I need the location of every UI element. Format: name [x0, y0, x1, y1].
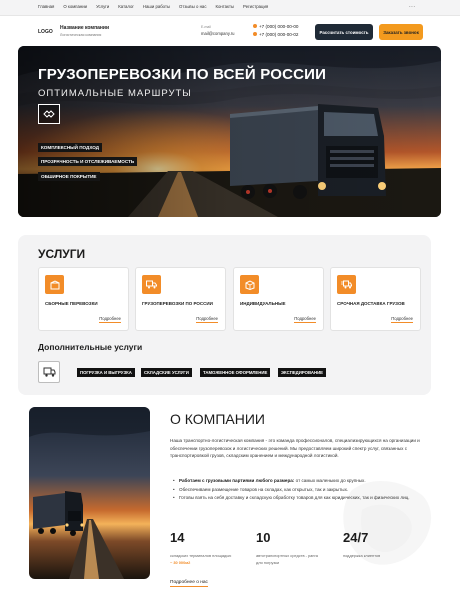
stat-label-text: складских терминалов площадью — [170, 553, 232, 558]
service-card-individual[interactable]: ИНДИВИДУАЛЬНЫЕ Подробнее — [233, 267, 324, 331]
stat-support-number: 24/7 — [343, 530, 369, 545]
stat-support-label: поддержка клиентов — [343, 553, 405, 560]
service-card-urgent[interactable]: СРОЧНАЯ ДОСТАВКА ГРУЗОВ Подробнее — [330, 267, 421, 331]
nav-item-services[interactable]: Услуги — [96, 4, 109, 9]
services-title: УСЛУГИ — [38, 247, 86, 261]
hero-tag-transparency: ПРОЗРАЧНОСТЬ И ОТСЛЕЖИВАЕМОСТЬ — [38, 157, 138, 166]
hero-tag-approach: КОМПЛЕКСНЫЙ ПОДХОД — [38, 143, 103, 152]
logo[interactable]: LOGO — [38, 29, 53, 35]
about-bullet: Готовы взять на себя доставку и складску… — [170, 494, 432, 502]
phone-icon — [253, 24, 257, 28]
service-card-name: ИНДИВИДУАЛЬНЫЕ — [240, 301, 286, 306]
stat-label-accent: ~ 30 000м2 — [170, 559, 191, 565]
stat-label-text: поддержка клиентов — [343, 553, 381, 558]
truck-icon — [142, 275, 161, 294]
hero-banner: ГРУЗОПЕРЕВОЗКИ ПО ВСЕЙ РОССИИ ОПТИМАЛЬНЫ… — [18, 46, 441, 217]
about-description: Наша транспортно-логистическая компания … — [170, 438, 420, 459]
about-image — [29, 407, 150, 579]
top-navigation: Главная О компании Услуги Каталог Наши р… — [0, 0, 460, 16]
loading-icon — [38, 361, 60, 383]
box-icon — [240, 275, 259, 294]
additional-services-title: Дополнительные услуги — [38, 342, 143, 352]
additional-service-customs[interactable]: ТАМОЖЕННОЕ ОФОРМЛЕНИЕ — [200, 368, 271, 377]
handshake-icon — [38, 104, 60, 124]
about-bullet: Обеспечиваем размещение товаров на склад… — [170, 486, 432, 494]
stat-vehicles-label: автотранспортных средств - ранга для пог… — [256, 553, 318, 566]
calculate-cost-button[interactable]: Рассчитать стоимость — [315, 24, 373, 40]
stat-label-text: автотранспортных средств - ранга для пог… — [256, 553, 318, 565]
service-card-more-link[interactable]: Подробнее — [294, 316, 316, 323]
email-link[interactable]: mail@company.ru — [201, 31, 235, 36]
nav-item-catalog[interactable]: Каталог — [118, 4, 134, 9]
phone-link-1[interactable]: +7 (000) 000-00-00 — [259, 24, 298, 29]
hero-tag-coverage: ОБШИРНОЕ ПОКРЫТИЕ — [38, 172, 100, 181]
about-bullet-text: Готовы взять на себя доставку и складску… — [179, 495, 410, 501]
fast-truck-icon — [337, 275, 356, 294]
about-bullet-text: Обеспечиваем размещение товаров на склад… — [179, 486, 349, 492]
company-name: Название компании — [60, 25, 110, 31]
service-card-name: СБОРНЫЕ ПЕРЕВОЗКИ — [45, 301, 98, 306]
phone-icon — [253, 32, 257, 36]
nav-item-home[interactable]: Главная — [38, 4, 54, 9]
stat-vehicles-number: 10 — [256, 530, 271, 545]
company-subtitle: Логистическая компания — [60, 33, 102, 37]
cargo-icon — [45, 275, 64, 294]
stat-terminals-label: складских терминалов площадью ~ 30 000м2 — [170, 553, 232, 566]
more-menu-icon[interactable]: ... — [409, 3, 416, 9]
nav-item-reviews[interactable]: Отзывы о нас — [179, 4, 206, 9]
about-bullet: Работаем с грузовыми партиями любого раз… — [170, 477, 432, 485]
email-label: E-mail — [201, 25, 211, 29]
nav-item-register[interactable]: Регистрация — [243, 4, 268, 9]
service-card-more-link[interactable]: Подробнее — [196, 316, 218, 323]
nav-item-about[interactable]: О компании — [63, 4, 87, 9]
service-card-consolidated[interactable]: СБОРНЫЕ ПЕРЕВОЗКИ Подробнее — [38, 267, 129, 331]
site-header: LOGO Название компании Логистическая ком… — [0, 16, 460, 46]
about-title: О КОМПАНИИ — [170, 411, 265, 427]
service-card-more-link[interactable]: Подробнее — [391, 316, 413, 323]
order-call-button[interactable]: Заказать звонок — [379, 24, 423, 40]
nav-items: Главная О компании Услуги Каталог Наши р… — [38, 4, 277, 9]
additional-service-forwarding[interactable]: ЭКСПЕДИРОВАНИЕ — [278, 368, 327, 377]
hero-subtitle: ОПТИМАЛЬНЫЕ МАРШРУТЫ — [38, 88, 192, 99]
about-bullets: Работаем с грузовыми партиями любого раз… — [170, 477, 432, 503]
hero-title: ГРУЗОПЕРЕВОЗКИ ПО ВСЕЙ РОССИИ — [38, 66, 327, 83]
about-bullet-bold: Работаем с грузовыми партиями любого раз… — [179, 478, 295, 483]
service-card-name: ГРУЗОПЕРЕВОЗКИ ПО РОССИИ — [142, 301, 213, 306]
service-card-more-link[interactable]: Подробнее — [99, 316, 121, 323]
service-card-name: СРОЧНАЯ ДОСТАВКА ГРУЗОВ — [337, 301, 405, 306]
phone-link-2[interactable]: +7 (000) 000-00-02 — [259, 32, 298, 37]
about-bullet-text: от самых маленьких до крупных. — [294, 478, 366, 483]
additional-service-warehouse[interactable]: СКЛАДСКИЕ УСЛУГИ — [141, 368, 192, 377]
about-more-link[interactable]: Подробнее о нас — [170, 580, 208, 587]
additional-service-loading[interactable]: ПОГРУЗКА И ВЫГРУЗКА — [77, 368, 135, 377]
nav-item-contacts[interactable]: Контакты — [215, 4, 234, 9]
nav-item-works[interactable]: Наши работы — [143, 4, 170, 9]
stat-terminals-number: 14 — [170, 530, 185, 545]
service-card-russia[interactable]: ГРУЗОПЕРЕВОЗКИ ПО РОССИИ Подробнее — [135, 267, 226, 331]
